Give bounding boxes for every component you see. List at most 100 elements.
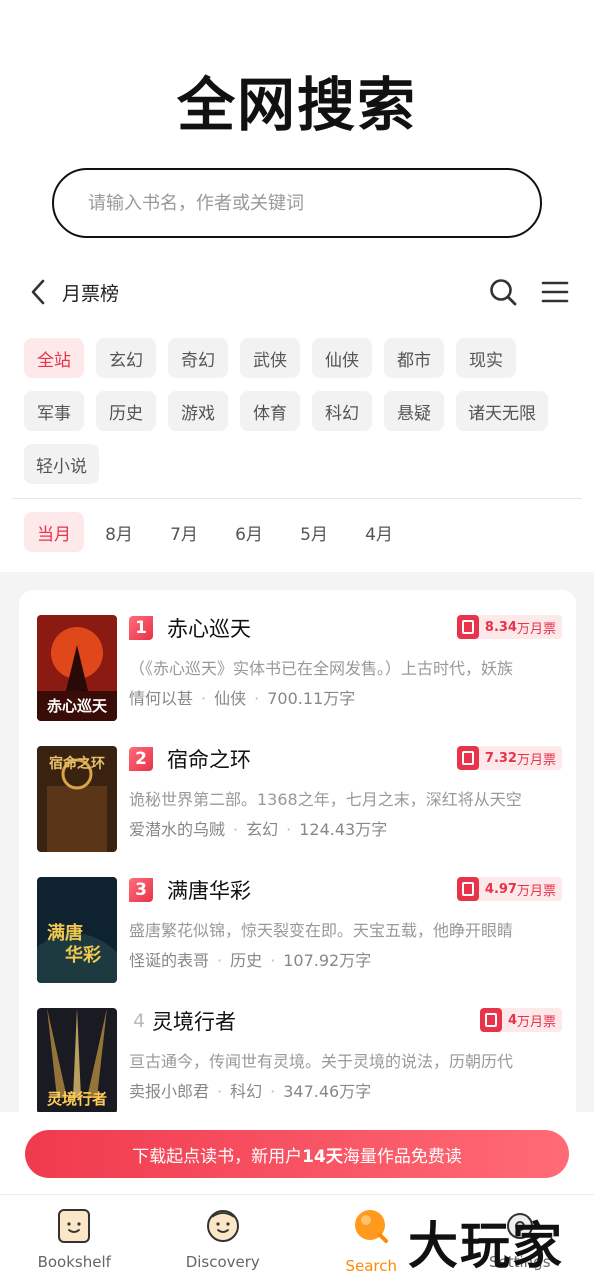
- book-cover: 宿命之环: [37, 746, 117, 852]
- chevron-left-icon: [31, 279, 45, 305]
- banner-prefix: 下载起点读书，新用户: [132, 1146, 303, 1167]
- watermark-logo: 大玩家: [408, 1217, 564, 1275]
- category-tag[interactable]: 诸天无限: [456, 391, 548, 431]
- month-tab[interactable]: 7月: [154, 512, 214, 552]
- divider: [12, 498, 582, 499]
- category-tag[interactable]: 历史: [96, 391, 156, 431]
- book-meta: 爱潜水的乌贼 · 玄幻 · 124.43万字: [129, 820, 388, 839]
- category-tag[interactable]: 全站: [24, 338, 84, 378]
- ticket-icon: [456, 746, 479, 770]
- book-word-count: 347.46万字: [283, 1082, 372, 1101]
- rank-badge: 1: [129, 616, 153, 640]
- book-genre: 科幻: [230, 1082, 263, 1101]
- category-tag[interactable]: 轻小说: [24, 444, 99, 484]
- monthly-votes-badge: 7.32 万月票: [456, 746, 562, 770]
- book-word-count: 700.11万字: [267, 689, 356, 708]
- votes-unit: 万月票: [516, 1014, 556, 1030]
- ticket-icon: [456, 877, 479, 901]
- book-title: 满唐华彩: [167, 879, 251, 903]
- search-tab-icon: [355, 1210, 389, 1243]
- book-meta: 卖报小郎君 · 科幻 · 347.46万字: [129, 1082, 372, 1101]
- book-author: 怪诞的表哥: [129, 951, 210, 970]
- svg-text:赤心巡天: 赤心巡天: [47, 697, 108, 715]
- rank-number: 4: [132, 1010, 146, 1032]
- month-tab[interactable]: 5月: [284, 512, 344, 552]
- votes-unit: 万月票: [516, 883, 556, 899]
- book-description: （《赤心巡天》实体书已在全网发售。）上古时代，妖族: [129, 659, 514, 678]
- month-tabs: 当月 8月 7月 6月 5月 4月: [24, 512, 409, 552]
- ranking-list: 赤心巡天 1 赤心巡天 8.34 万月票 （《赤心巡天》实体书已在全网发售。）上…: [19, 590, 576, 1150]
- book-genre: 仙侠: [214, 689, 247, 708]
- category-tag[interactable]: 悬疑: [384, 391, 444, 431]
- svg-text:华彩: 华彩: [65, 944, 101, 966]
- category-tag[interactable]: 体育: [240, 391, 300, 431]
- search-input[interactable]: [88, 192, 540, 214]
- category-tag[interactable]: 都市: [384, 338, 444, 378]
- category-tag[interactable]: 玄幻: [96, 338, 156, 378]
- banner-highlight: 14天: [302, 1146, 343, 1167]
- svg-text:满唐: 满唐: [47, 922, 83, 944]
- book-item[interactable]: 灵境行者 4 灵境行者 4 万月票 亘古通今，传闻世有灵境。关于灵境的说法，历朝…: [37, 1008, 562, 1116]
- download-app-button[interactable]: 下载起点读书，新用户 14天 海量作品免费读: [25, 1130, 569, 1178]
- search-icon[interactable]: [488, 277, 518, 307]
- votes-number: 4.97: [484, 881, 517, 897]
- page-logo: 全网搜索: [176, 71, 417, 139]
- ticket-icon: [456, 615, 479, 639]
- votes-number: 4: [507, 1012, 517, 1028]
- book-word-count: 124.43万字: [299, 820, 388, 839]
- book-author: 卖报小郎君: [129, 1082, 210, 1101]
- category-tags: 全站 玄幻 奇幻 武侠 仙侠 都市 现实 军事 历史 游戏 体育 科幻 悬疑 诸…: [24, 338, 570, 484]
- book-cover: 赤心巡天: [37, 615, 117, 721]
- votes-unit: 万月票: [516, 752, 556, 768]
- book-author: 情何以甚: [129, 689, 194, 708]
- monthly-votes-badge: 4.97 万月票: [456, 877, 562, 901]
- category-tag[interactable]: 科幻: [312, 391, 372, 431]
- tab-label: Bookshelf: [37, 1253, 111, 1271]
- book-cover: 满唐 华彩: [37, 877, 117, 983]
- category-tag[interactable]: 奇幻: [168, 338, 228, 378]
- rank-badge: 3: [129, 878, 153, 902]
- category-tag[interactable]: 军事: [24, 391, 84, 431]
- category-tag[interactable]: 游戏: [168, 391, 228, 431]
- votes-unit: 万月票: [516, 621, 556, 637]
- category-tag[interactable]: 仙侠: [312, 338, 372, 378]
- category-tag[interactable]: 现实: [456, 338, 516, 378]
- banner-suffix: 海量作品免费读: [342, 1146, 462, 1167]
- book-item[interactable]: 赤心巡天 1 赤心巡天 8.34 万月票 （《赤心巡天》实体书已在全网发售。）上…: [37, 615, 562, 723]
- book-title: 赤心巡天: [167, 617, 251, 641]
- book-author: 爱潜水的乌贼: [129, 820, 226, 839]
- votes-number: 8.34: [484, 619, 517, 635]
- tab-bookshelf[interactable]: Bookshelf: [0, 1195, 149, 1280]
- ticket-icon: [479, 1008, 502, 1032]
- month-tab[interactable]: 4月: [349, 512, 409, 552]
- book-description: 亘古通今，传闻世有灵境。关于灵境的说法，历朝历代: [129, 1052, 514, 1071]
- month-tab[interactable]: 8月: [89, 512, 149, 552]
- book-meta: 情何以甚 · 仙侠 · 700.11万字: [129, 689, 356, 708]
- month-tab[interactable]: 6月: [219, 512, 279, 552]
- tab-label: Discovery: [185, 1253, 260, 1271]
- svg-text:灵境行者: 灵境行者: [47, 1090, 107, 1108]
- book-title: 宿命之环: [167, 748, 251, 772]
- book-description: 盛唐繁花似锦，惊天裂变在即。天宝五载，他睁开眼睛: [129, 921, 514, 940]
- book-cover: 灵境行者: [37, 1008, 117, 1114]
- month-tab[interactable]: 当月: [24, 512, 84, 552]
- search-header-area: 全网搜索 月票榜 全站 玄幻 奇幻 武侠 仙侠 都市 现实 军事 历史 游戏 体…: [0, 0, 594, 572]
- book-item[interactable]: 宿命之环 2 宿命之环 7.32 万月票 诡秘世界第二部。1368之年，七月之末…: [37, 746, 562, 854]
- discovery-icon: [206, 1210, 239, 1242]
- tab-discovery[interactable]: Discovery: [149, 1195, 298, 1280]
- back-button[interactable]: 月票榜: [28, 278, 119, 306]
- monthly-votes-badge: 4 万月票: [479, 1008, 562, 1032]
- monthly-votes-badge: 8.34 万月票: [456, 615, 562, 639]
- menu-icon[interactable]: [540, 277, 570, 307]
- book-title: 灵境行者: [152, 1010, 236, 1034]
- book-meta: 怪诞的表哥 · 历史 · 107.92万字: [129, 951, 372, 970]
- book-genre: 历史: [230, 951, 263, 970]
- category-tag[interactable]: 武侠: [240, 338, 300, 378]
- tab-label: Search: [345, 1257, 398, 1275]
- svg-text:宿命之环: 宿命之环: [49, 755, 105, 772]
- book-item[interactable]: 满唐 华彩 3 满唐华彩 4.97 万月票 盛唐繁花似锦，惊天裂变在即。天宝五载，…: [37, 877, 562, 985]
- book-word-count: 107.92万字: [283, 951, 372, 970]
- search-box[interactable]: [52, 168, 542, 238]
- ranking-list-area: 赤心巡天 1 赤心巡天 8.34 万月票 （《赤心巡天》实体书已在全网发售。）上…: [0, 572, 594, 1150]
- votes-number: 7.32: [484, 750, 517, 766]
